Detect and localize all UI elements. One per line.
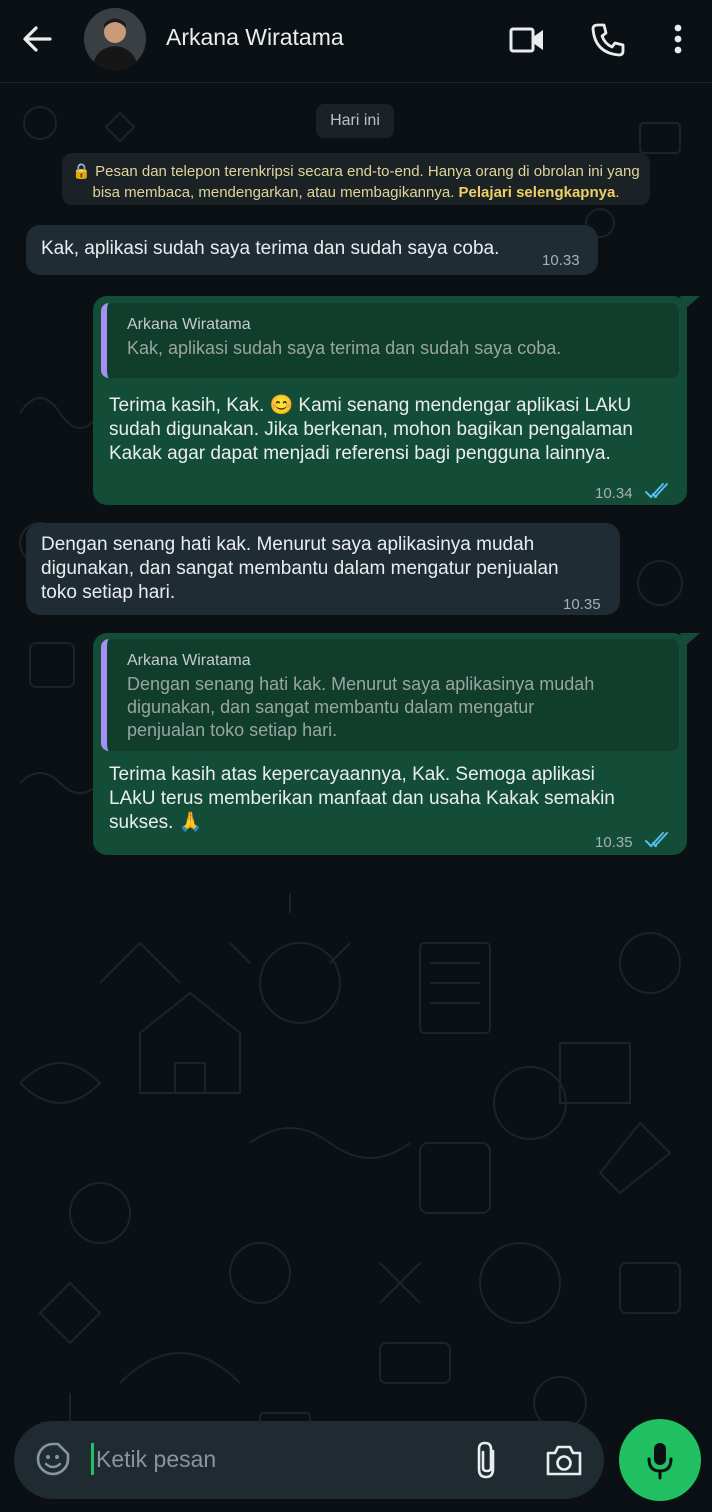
message-line: LAkU terus memberikan manfaat dan usaha …	[109, 788, 615, 809]
message-text: Dengan senang hati kak. Menurut saya apl…	[41, 533, 559, 605]
more-vertical-icon[interactable]	[658, 20, 698, 60]
quoted-line: Dengan senang hati kak. Menurut saya apl…	[127, 674, 595, 694]
learn-more-link[interactable]: Pelajari selengkapnya	[459, 184, 616, 201]
bubble-tail	[680, 633, 700, 647]
encryption-line2: bisa membaca, mendengarkan, atau membagi…	[92, 184, 455, 201]
message-bubble-incoming[interactable]: Dengan senang hati kak. Menurut saya apl…	[26, 523, 620, 615]
attach-icon[interactable]	[469, 1439, 505, 1481]
read-ticks-icon	[645, 832, 668, 848]
quoted-line: digunakan, dan sangat membantu dalam men…	[127, 697, 535, 717]
date-chip: Hari ini	[316, 104, 394, 138]
video-call-icon[interactable]	[506, 20, 546, 60]
lock-icon: 🔒	[72, 163, 91, 180]
text-caret	[91, 1443, 94, 1475]
message-line: sudah digunakan. Jika berkenan, mohon ba…	[109, 419, 633, 440]
message-time: 10.33	[542, 252, 580, 269]
quoted-message[interactable]: Arkana Wiratama Kak, aplikasi sudah saya…	[101, 303, 679, 378]
quoted-text: Dengan senang hati kak. Menurut saya apl…	[127, 673, 665, 742]
message-line: Dengan senang hati kak. Menurut saya apl…	[41, 534, 535, 555]
message-line: Kakak agar dapat menjadi referensi bagi …	[109, 443, 611, 464]
message-time: 10.34	[595, 485, 633, 502]
encryption-line1: Pesan dan telepon terenkripsi secara end…	[95, 163, 640, 180]
quoted-line: penjualan toko setiap hari.	[127, 720, 338, 740]
message-time: 10.35	[595, 834, 633, 851]
message-line: sukses. 🙏	[109, 812, 203, 833]
quoted-text: Kak, aplikasi sudah saya terima dan suda…	[127, 338, 562, 358]
contact-name[interactable]: Arkana Wiratama	[166, 24, 344, 51]
message-text: Terima kasih, Kak. 😊 Kami senang mendeng…	[109, 394, 633, 466]
voice-call-icon[interactable]	[588, 20, 628, 60]
read-ticks-icon	[645, 483, 668, 499]
encryption-suffix: .	[615, 184, 620, 201]
sticker-icon[interactable]	[34, 1440, 72, 1478]
message-bubble-outgoing[interactable]: Arkana Wiratama Kak, aplikasi sudah saya…	[93, 296, 687, 505]
back-arrow-icon[interactable]	[18, 20, 56, 58]
bubble-tail	[680, 296, 700, 310]
message-input[interactable]	[96, 1439, 456, 1479]
message-composer	[14, 1421, 604, 1499]
camera-icon[interactable]	[544, 1441, 584, 1479]
message-text: Terima kasih atas kepercayaannya, Kak. S…	[109, 763, 615, 835]
message-line: toko setiap hari.	[41, 582, 176, 603]
chat-body[interactable]: Hari ini 🔒 Pesan dan telepon terenkripsi…	[0, 83, 712, 1500]
encryption-notice[interactable]: 🔒 Pesan dan telepon terenkripsi secara e…	[62, 153, 650, 205]
contact-avatar[interactable]	[84, 8, 146, 70]
chat-screen: Arkana Wiratama Hari ini 🔒 Pesan dan tel…	[0, 0, 712, 1512]
mic-button[interactable]	[619, 1419, 701, 1501]
message-line: digunakan, dan sangat membantu dalam men…	[41, 558, 559, 579]
quoted-message[interactable]: Arkana Wiratama Dengan senang hati kak. …	[101, 639, 679, 751]
message-bubble-incoming[interactable]: Kak, aplikasi sudah saya terima dan suda…	[26, 225, 598, 275]
chat-header: Arkana Wiratama	[0, 0, 712, 83]
message-time: 10.35	[563, 596, 601, 613]
message-line: Terima kasih atas kepercayaannya, Kak. S…	[109, 764, 595, 785]
message-text: Kak, aplikasi sudah saya terima dan suda…	[41, 238, 500, 259]
quoted-sender: Arkana Wiratama	[127, 316, 251, 333]
message-line: Terima kasih, Kak. 😊 Kami senang mendeng…	[109, 395, 632, 416]
message-bubble-outgoing[interactable]: Arkana Wiratama Dengan senang hati kak. …	[93, 633, 687, 855]
quoted-sender: Arkana Wiratama	[127, 652, 251, 669]
mic-icon	[647, 1443, 673, 1480]
